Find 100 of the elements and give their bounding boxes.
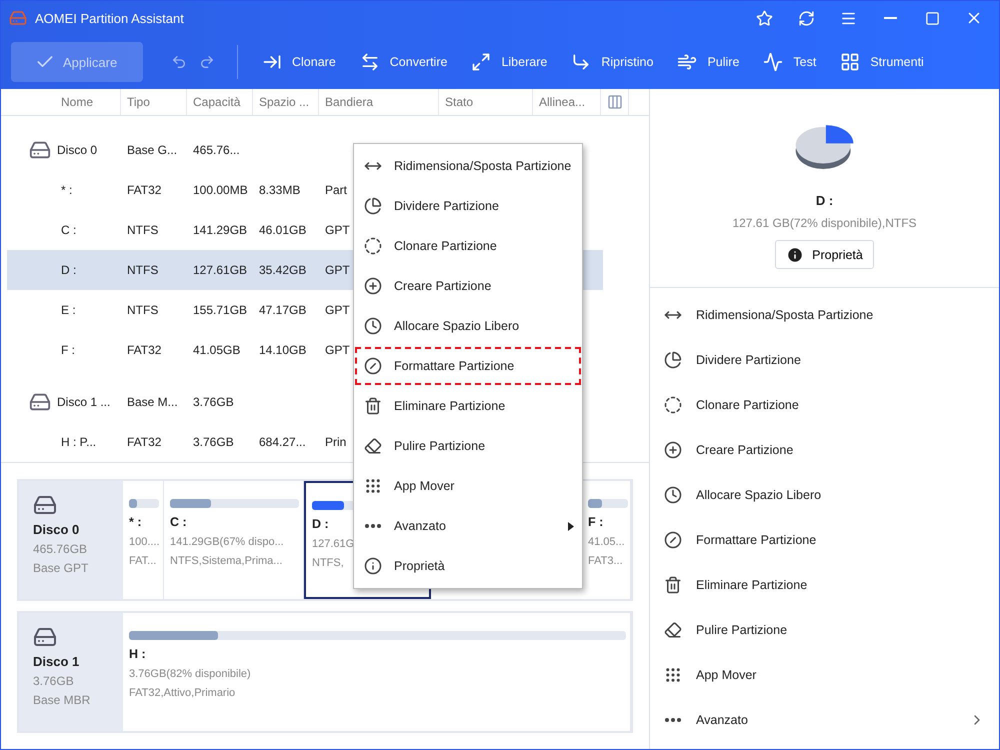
table-cell: 46.01GB bbox=[259, 223, 306, 237]
pie-icon bbox=[664, 350, 682, 368]
partition-info: 141.29GB(67% dispo... bbox=[170, 536, 284, 548]
two-way-arrows-icon bbox=[360, 52, 380, 72]
star-icon bbox=[756, 10, 772, 26]
menu-item[interactable]: Clonare Partizione bbox=[354, 226, 582, 266]
toolbar-button[interactable]: Strumenti bbox=[830, 52, 934, 72]
menu-item[interactable]: App Mover bbox=[354, 466, 582, 506]
partition-block[interactable]: * : 100.... FAT... bbox=[123, 481, 164, 599]
partition-block[interactable]: H : 3.76GB(82% disponibile) FAT32,Attivo,Primario bbox=[123, 613, 631, 731]
ellipsis-icon bbox=[665, 718, 681, 722]
partition-name: D : bbox=[816, 193, 834, 208]
partition-detail: FAT32,Attivo,Primario bbox=[129, 687, 236, 699]
disk-name: Disco 0 bbox=[33, 522, 80, 537]
toolbar-button[interactable]: Ripristino bbox=[561, 52, 664, 72]
info-icon bbox=[364, 557, 382, 575]
operation-item[interactable]: Dividere Partizione bbox=[650, 337, 999, 382]
table-cell: 100.00MB bbox=[193, 183, 248, 197]
toolbar-button[interactable]: Test bbox=[753, 52, 826, 72]
operation-item[interactable]: Pulire Partizione bbox=[650, 607, 999, 652]
menu-item[interactable]: Allocare Spazio Libero bbox=[354, 306, 582, 346]
pulse-line-icon bbox=[763, 52, 784, 72]
table-cell[interactable]: Disco 1 ... bbox=[57, 395, 110, 409]
column-header[interactable]: Tipo bbox=[121, 89, 187, 115]
menu-item[interactable]: Dividere Partizione bbox=[354, 186, 582, 226]
pie-icon bbox=[364, 197, 382, 215]
operation-item[interactable]: Formattare Partizione bbox=[650, 517, 999, 562]
maximize-icon bbox=[924, 10, 940, 26]
menu-item[interactable]: Proprietà bbox=[354, 546, 582, 586]
trash-icon bbox=[664, 576, 682, 594]
menu-item[interactable]: Formattare Partizione bbox=[354, 346, 582, 386]
circle-plus-icon bbox=[364, 277, 382, 295]
undo-icon[interactable] bbox=[171, 54, 187, 70]
table-cell: GPT bbox=[325, 223, 350, 237]
operation-item[interactable]: Creare Partizione bbox=[650, 427, 999, 472]
circle-plus-icon bbox=[664, 440, 682, 458]
table-cell: 465.76... bbox=[193, 143, 240, 157]
eraser-icon bbox=[364, 437, 382, 455]
menu-item[interactable]: Eliminare Partizione bbox=[354, 386, 582, 426]
column-header[interactable]: Capacità bbox=[187, 89, 253, 115]
table-cell: Part bbox=[325, 183, 348, 197]
table-cell[interactable]: C : bbox=[61, 223, 76, 237]
toolbar-button[interactable]: Clonare bbox=[252, 52, 346, 72]
table-cell: GPT bbox=[325, 343, 350, 357]
table-cell: 47.17GB bbox=[259, 303, 306, 317]
table-cell: NTFS bbox=[127, 303, 158, 317]
operation-item[interactable]: App Mover bbox=[650, 652, 999, 697]
table-cell[interactable]: D : bbox=[61, 263, 76, 277]
column-header[interactable]: Allinea... bbox=[533, 89, 601, 115]
disk-style: Base MBR bbox=[33, 693, 90, 707]
operation-item[interactable]: Clonare Partizione bbox=[650, 382, 999, 427]
partition-detail: FAT... bbox=[129, 555, 156, 567]
toolbar-button[interactable]: Liberare bbox=[461, 52, 558, 72]
column-header[interactable]: Bandiera bbox=[319, 89, 439, 115]
dots-grid-icon bbox=[364, 477, 382, 495]
disk-size: 3.76GB bbox=[33, 674, 74, 688]
partition-label: H : bbox=[129, 647, 146, 661]
partition-info: 41.05... bbox=[588, 536, 625, 548]
menu-item[interactable]: Creare Partizione bbox=[354, 266, 582, 306]
menu-item[interactable]: Avanzato bbox=[354, 506, 582, 546]
operation-item[interactable]: Eliminare Partizione bbox=[650, 562, 999, 607]
info-icon bbox=[786, 246, 804, 264]
table-cell[interactable]: Disco 0 bbox=[57, 143, 98, 157]
table-cell: FAT32 bbox=[127, 183, 162, 197]
eraser-icon bbox=[664, 620, 682, 638]
partition-info: 100.... bbox=[129, 536, 160, 548]
table-cell[interactable]: E : bbox=[61, 303, 76, 317]
circle-slash-icon bbox=[364, 357, 382, 375]
dashed-circle-icon bbox=[364, 237, 382, 255]
table-cell: 3.76GB bbox=[193, 435, 234, 449]
table-cell: Base G... bbox=[127, 143, 178, 157]
partition-label: D : bbox=[312, 517, 329, 531]
disk-style: Base GPT bbox=[33, 561, 88, 575]
disk-name: Disco 1 bbox=[33, 654, 80, 669]
table-cell[interactable]: F : bbox=[61, 343, 75, 357]
column-header[interactable]: Stato bbox=[439, 89, 533, 115]
partition-info: 3.76GB(82% disponibile) bbox=[129, 668, 251, 680]
menu-item[interactable]: Pulire Partizione bbox=[354, 426, 582, 466]
table-cell: FAT32 bbox=[127, 343, 162, 357]
table-cell: NTFS bbox=[127, 223, 158, 237]
column-header[interactable]: Nome bbox=[7, 89, 121, 115]
partition-block[interactable]: C : 141.29GB(67% dispo... NTFS,Sistema,Prima... bbox=[164, 481, 304, 599]
table-cell: GPT bbox=[325, 263, 350, 277]
redo-icon[interactable] bbox=[199, 54, 215, 70]
operation-item[interactable]: Allocare Spazio Libero bbox=[650, 472, 999, 517]
table-cell[interactable]: H : P... bbox=[61, 435, 96, 449]
toolbar-button[interactable]: Convertire bbox=[350, 52, 458, 72]
operation-item[interactable]: Ridimensiona/Sposta Partizione bbox=[650, 292, 999, 337]
column-settings-icon[interactable] bbox=[607, 94, 623, 110]
operation-item[interactable]: Avanzato bbox=[650, 697, 999, 742]
properties-button[interactable]: Proprietà bbox=[775, 240, 874, 269]
toolbar-button[interactable]: Pulire bbox=[667, 52, 750, 72]
menu-item[interactable]: Ridimensiona/Sposta Partizione bbox=[354, 146, 582, 186]
table-cell[interactable]: * : bbox=[61, 183, 72, 197]
dots-grid-icon bbox=[664, 666, 682, 684]
table-cell: 35.42GB bbox=[259, 263, 306, 277]
trash-icon bbox=[364, 397, 382, 415]
table-cell: 8.33MB bbox=[259, 183, 300, 197]
table-cell: FAT32 bbox=[127, 435, 162, 449]
column-header[interactable]: Spazio ... bbox=[253, 89, 319, 115]
